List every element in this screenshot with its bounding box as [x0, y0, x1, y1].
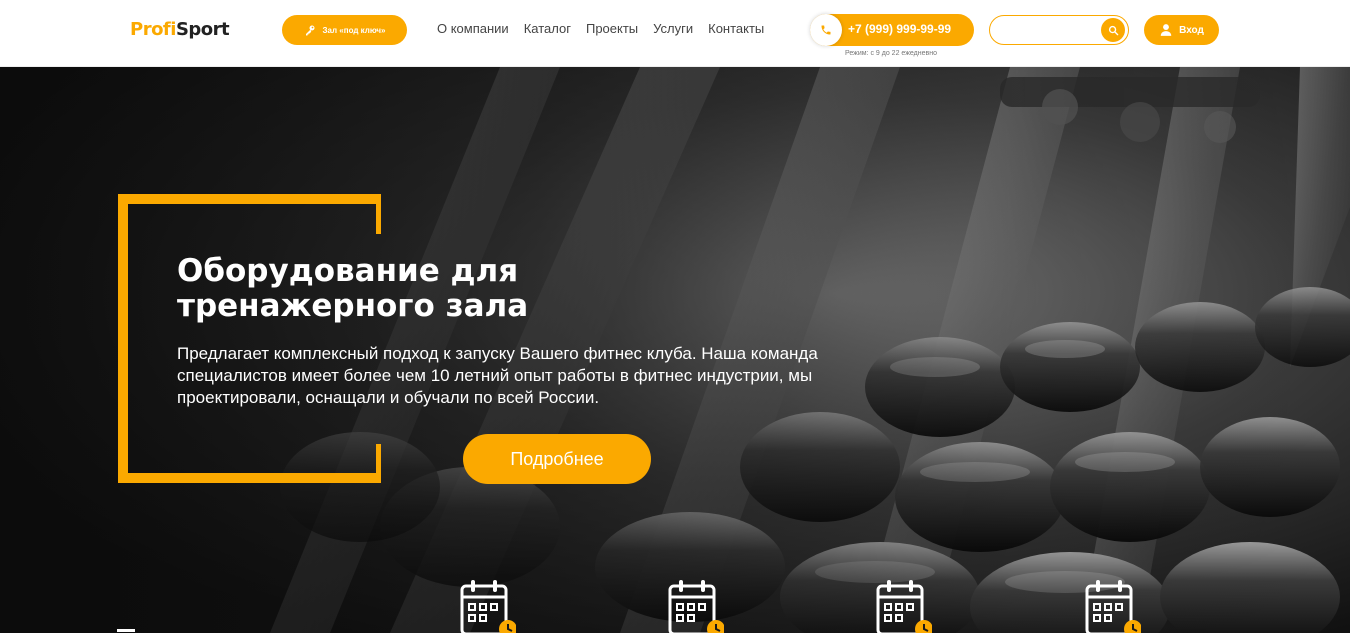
hero-description: Предлагает комплексный подход к запуску … — [177, 344, 818, 407]
calendar-clock-icon — [1085, 580, 1141, 633]
calendar-clock-icon — [460, 580, 516, 633]
nav-item-catalog[interactable]: Каталог — [524, 21, 571, 36]
turnkey-gym-button[interactable]: Зал «под ключ» — [282, 15, 407, 45]
logo[interactable]: ProfiSport — [130, 19, 230, 40]
nav-item-about[interactable]: О компании — [437, 21, 509, 36]
user-icon — [1160, 24, 1172, 36]
search-icon — [1108, 25, 1118, 35]
phone-icon — [821, 25, 831, 35]
search-box — [989, 15, 1129, 45]
key-icon — [305, 25, 315, 36]
login-button-label: Вход — [1179, 24, 1204, 36]
hero-section: Оборудование для тренажерного зала Предл… — [0, 67, 1350, 633]
nav-item-services[interactable]: Услуги — [653, 21, 693, 36]
more-button[interactable]: Подробнее — [463, 434, 651, 484]
search-button[interactable] — [1101, 18, 1125, 42]
nav-item-contacts[interactable]: Контакты — [708, 21, 764, 36]
phone-number: +7 (999) 999-99-99 — [848, 22, 952, 36]
section-divider-dash — [117, 629, 135, 632]
login-button[interactable]: Вход — [1144, 15, 1219, 45]
phone-icon-wrap — [810, 14, 842, 46]
logo-part-2: Sport — [175, 19, 230, 40]
phone-button[interactable]: +7 (999) 999-99-99 — [810, 14, 974, 46]
turnkey-button-label: Зал «под ключ» — [322, 25, 386, 35]
search-input[interactable] — [1002, 22, 1097, 40]
working-hours: Режим: с 9 до 22 ежедневно — [845, 50, 937, 57]
logo-part-1: Profi — [130, 19, 176, 40]
calendar-clock-icon — [668, 580, 724, 633]
nav-item-projects[interactable]: Проекты — [586, 21, 638, 36]
main-nav: О компании Каталог Проекты Услуги Контак… — [437, 21, 764, 36]
site-header: ProfiSport Зал «под ключ» О компании Кат… — [0, 0, 1350, 67]
calendar-clock-icon — [876, 580, 932, 633]
hero-frame-bracket — [118, 194, 381, 483]
hero-title: Оборудование для тренажерного зала — [177, 253, 529, 324]
